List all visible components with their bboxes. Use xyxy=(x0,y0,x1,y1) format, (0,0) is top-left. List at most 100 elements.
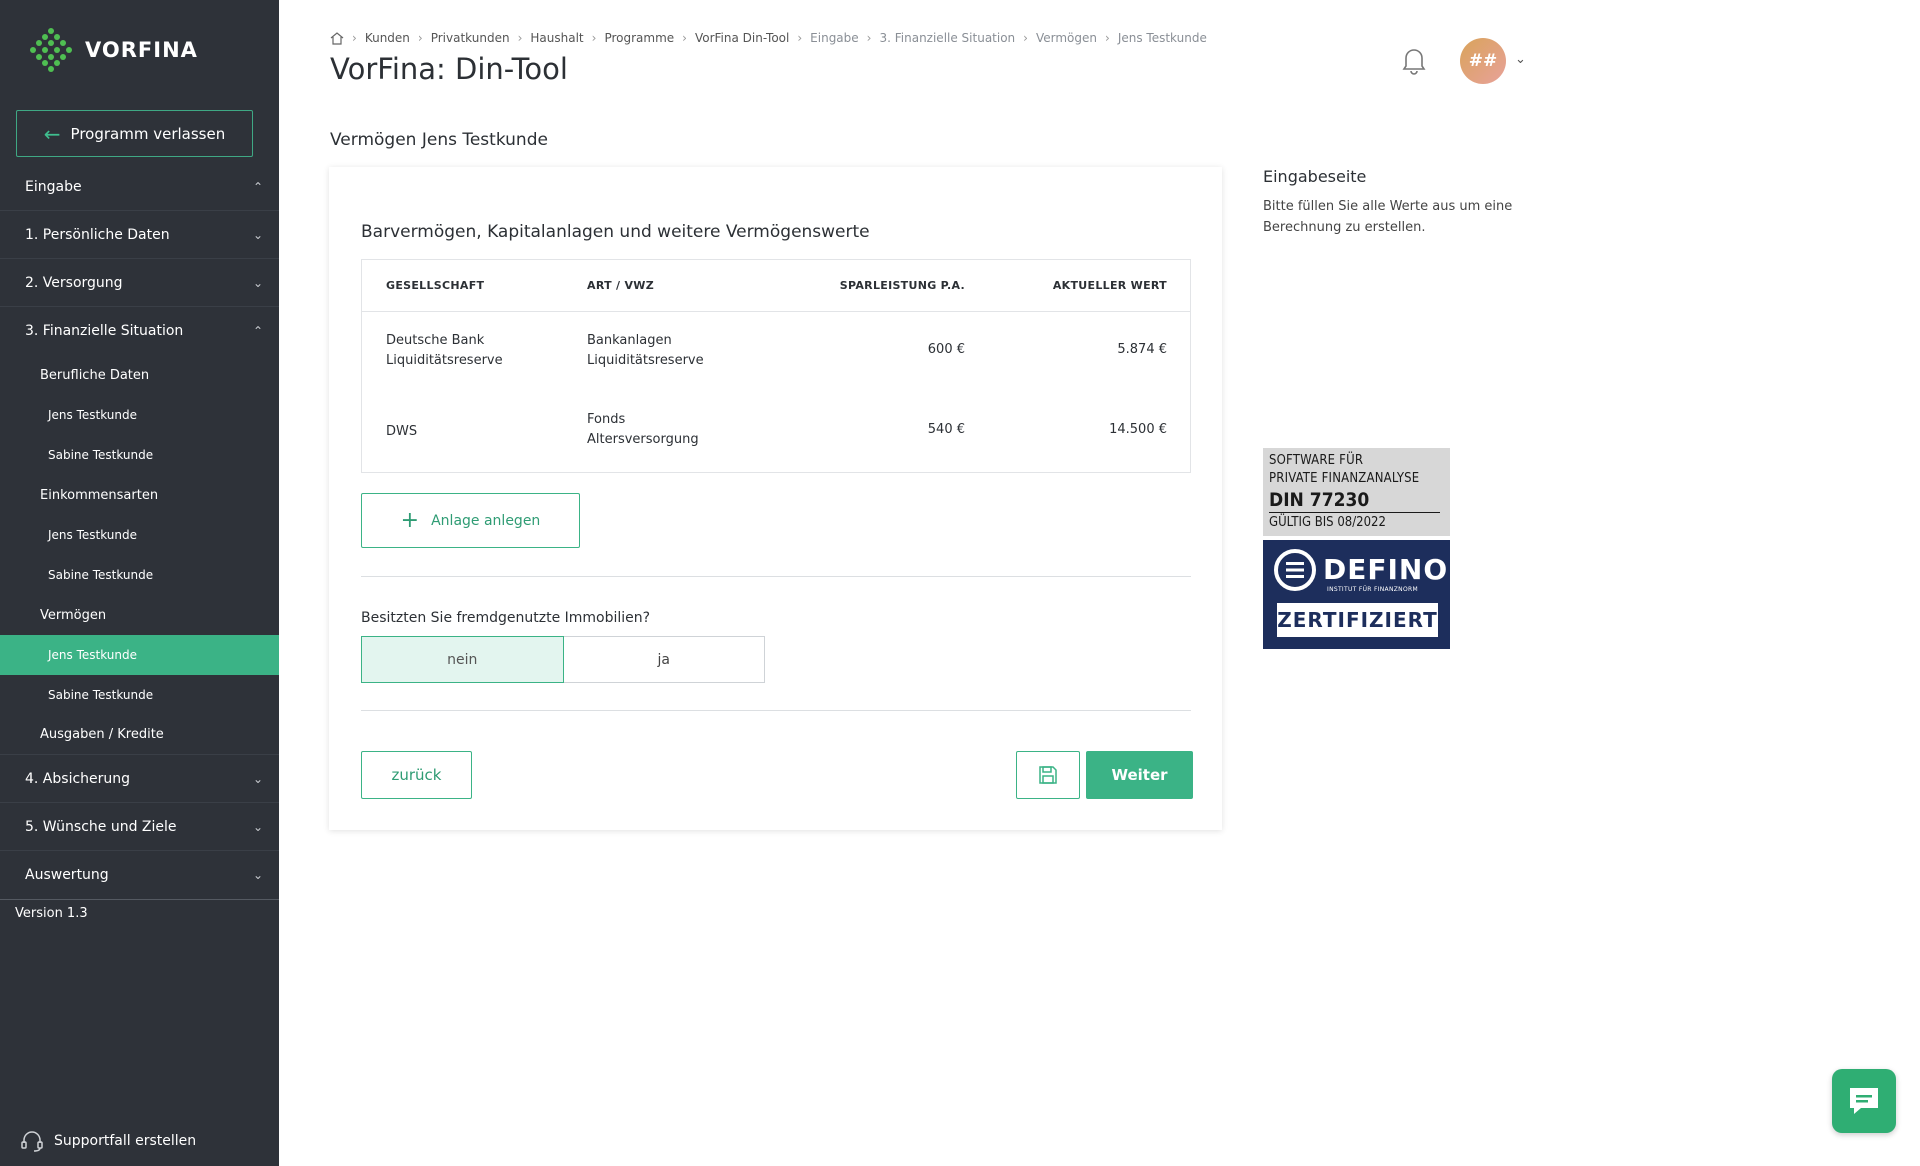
breadcrumb-separator: › xyxy=(682,31,687,45)
breadcrumb-programme[interactable]: Programme xyxy=(604,31,674,45)
nav-item-einkommensarten[interactable]: Einkommensarten xyxy=(0,475,279,515)
breadcrumb-privatkunden[interactable]: Privatkunden xyxy=(431,31,510,45)
nav-item-vermoegen-jens[interactable]: Jens Testkunde xyxy=(0,635,279,675)
breadcrumb-haushalt[interactable]: Haushalt xyxy=(530,31,583,45)
nav-section-label: 5. Wünsche und Ziele xyxy=(25,818,177,835)
logo-dot xyxy=(48,28,54,34)
toggle-option-ja[interactable]: ja xyxy=(564,637,765,682)
divider xyxy=(361,576,1191,577)
breadcrumb-separator: › xyxy=(866,31,872,45)
logo-dot xyxy=(42,47,48,53)
breadcrumb-eingabe[interactable]: Eingabe xyxy=(810,31,859,45)
table-row[interactable]: DWS Fonds Altersversorgung 540 € 14.500 … xyxy=(362,392,1190,472)
nav-section-persoenliche-daten[interactable]: 1. Persönliche Daten ⌄ xyxy=(0,211,279,259)
sidebar-divider xyxy=(0,899,279,900)
nav-section-label: 4. Absicherung xyxy=(25,770,131,787)
nav-section-wuensche-ziele[interactable]: 5. Wünsche und Ziele ⌄ xyxy=(0,803,279,851)
logo-dot xyxy=(48,66,54,72)
column-header-wert: AKTUELLER WERT xyxy=(1052,279,1167,292)
chevron-down-icon: ⌄ xyxy=(252,275,263,290)
nav-section-label: 3. Finanzielle Situation xyxy=(25,323,184,339)
save-button[interactable] xyxy=(1016,751,1080,799)
brand-logo[interactable]: VORFINA xyxy=(29,28,198,72)
property-question: Besitzten Sie fremdgenutzte Immobilien? xyxy=(361,610,651,626)
logo-dot xyxy=(66,47,72,53)
breadcrumb: › Kunden › Privatkunden › Haushalt › Pro… xyxy=(330,31,1207,45)
certified-label: ZERTIFIZIERT xyxy=(1277,603,1438,637)
nav-item-vermoegen[interactable]: Vermögen xyxy=(0,595,279,635)
breadcrumb-kunden[interactable]: Kunden xyxy=(365,31,410,45)
cell-art: Fonds Altersversorgung xyxy=(587,410,699,450)
certification-badge: SOFTWARE FÜR PRIVATE FINANZANALYSE DIN 7… xyxy=(1263,448,1450,649)
card-title: Barvermögen, Kapitalanlagen und weitere … xyxy=(361,222,870,242)
cell-wert: 5.874 € xyxy=(1117,342,1167,357)
breadcrumb-finanzielle-situation[interactable]: 3. Finanzielle Situation xyxy=(879,31,1015,45)
logo-dot xyxy=(54,34,60,40)
toggle-option-nein[interactable]: nein xyxy=(361,636,564,683)
next-button[interactable]: Weiter xyxy=(1086,751,1193,799)
logo-dot xyxy=(42,34,48,40)
plus-icon: + xyxy=(400,507,420,533)
defino-icon xyxy=(1274,549,1316,591)
nav-section-auswertung[interactable]: Auswertung ⌄ xyxy=(0,851,279,899)
bell-icon[interactable] xyxy=(1400,45,1428,75)
breadcrumb-separator: › xyxy=(417,31,423,45)
badge-din-number: DIN 77230 xyxy=(1269,488,1440,513)
logo-dot xyxy=(48,40,54,46)
column-header-art: ART / VWZ xyxy=(587,279,654,292)
cell-sparleistung: 600 € xyxy=(927,342,965,357)
cell-line: Liquiditätsreserve xyxy=(587,353,704,368)
nav-item-vermoegen-sabine[interactable]: Sabine Testkunde xyxy=(0,675,279,715)
brand-name: VORFINA xyxy=(85,38,198,62)
logo-dot xyxy=(36,54,42,60)
nav-section-eingabe[interactable]: Eingabe ⌃ xyxy=(0,163,279,211)
logo-dot xyxy=(54,47,60,53)
breadcrumb-separator: › xyxy=(352,31,357,45)
breadcrumb-din-tool[interactable]: VorFina Din-Tool xyxy=(695,31,789,45)
cell-line: Altersversorgung xyxy=(587,432,699,447)
cell-line: Fonds xyxy=(587,412,626,427)
chat-button[interactable] xyxy=(1832,1069,1896,1133)
version-label: Version 1.3 xyxy=(15,906,88,921)
table-row[interactable]: Deutsche Bank Liquiditätsreserve Bankanl… xyxy=(362,312,1190,392)
nav-item-einkommen-jens[interactable]: Jens Testkunde xyxy=(0,515,279,555)
chevron-down-icon[interactable]: ⌄ xyxy=(1515,52,1526,67)
exit-program-label: Programm verlassen xyxy=(70,124,226,143)
nav-section-finanzielle-situation[interactable]: 3. Finanzielle Situation ⌃ xyxy=(0,307,279,355)
nav-item-berufliche-daten[interactable]: Berufliche Daten xyxy=(0,355,279,395)
nav-item-ausgaben-kredite[interactable]: Ausgaben / Kredite xyxy=(0,715,279,755)
defino-institute: INSTITUT FÜR FINANZNORM xyxy=(1327,586,1418,593)
support-button[interactable]: Supportfall erstellen xyxy=(20,1130,196,1152)
divider xyxy=(361,710,1191,711)
home-icon[interactable] xyxy=(330,31,344,45)
breadcrumb-separator: › xyxy=(591,31,597,45)
nav-item-einkommen-sabine[interactable]: Sabine Testkunde xyxy=(0,555,279,595)
nav-section-absicherung[interactable]: 4. Absicherung ⌄ xyxy=(0,755,279,803)
cell-company: Deutsche Bank Liquiditätsreserve xyxy=(386,331,503,371)
back-button[interactable]: zurück xyxy=(361,751,472,799)
info-text: Bitte füllen Sie alle Werte aus um eine … xyxy=(1263,199,1513,235)
nav-section-versorgung[interactable]: 2. Versorgung ⌄ xyxy=(0,259,279,307)
breadcrumb-separator: › xyxy=(797,31,803,45)
logo-dot xyxy=(48,54,54,60)
add-asset-button[interactable]: + Anlage anlegen xyxy=(361,493,580,548)
chevron-down-icon: ⌄ xyxy=(252,227,263,242)
logo-icon xyxy=(29,28,73,72)
breadcrumb-separator: › xyxy=(1023,31,1028,45)
avatar[interactable]: ## xyxy=(1460,38,1506,84)
chevron-down-icon: ⌄ xyxy=(252,771,263,786)
badge-line: SOFTWARE FÜR xyxy=(1269,453,1364,468)
badge-line: PRIVATE FINANZANALYSE xyxy=(1269,471,1420,486)
page-title: VorFina: Din-Tool xyxy=(330,52,568,86)
breadcrumb-vermoegen[interactable]: Vermögen xyxy=(1036,31,1097,45)
chevron-up-icon: ⌃ xyxy=(252,324,263,338)
exit-program-button[interactable]: ← Programm verlassen xyxy=(16,110,253,157)
breadcrumb-separator: › xyxy=(1105,31,1110,45)
nav-item-berufliche-jens[interactable]: Jens Testkunde xyxy=(0,395,279,435)
add-asset-label: Anlage anlegen xyxy=(431,512,541,529)
info-title: Eingabeseite xyxy=(1263,167,1367,186)
cell-sparleistung: 540 € xyxy=(927,422,965,437)
nav-item-berufliche-sabine[interactable]: Sabine Testkunde xyxy=(0,435,279,475)
cell-line: Deutsche Bank xyxy=(386,333,485,348)
table-header: GESELLSCHAFT ART / VWZ SPARLEISTUNG P.A.… xyxy=(362,260,1190,312)
